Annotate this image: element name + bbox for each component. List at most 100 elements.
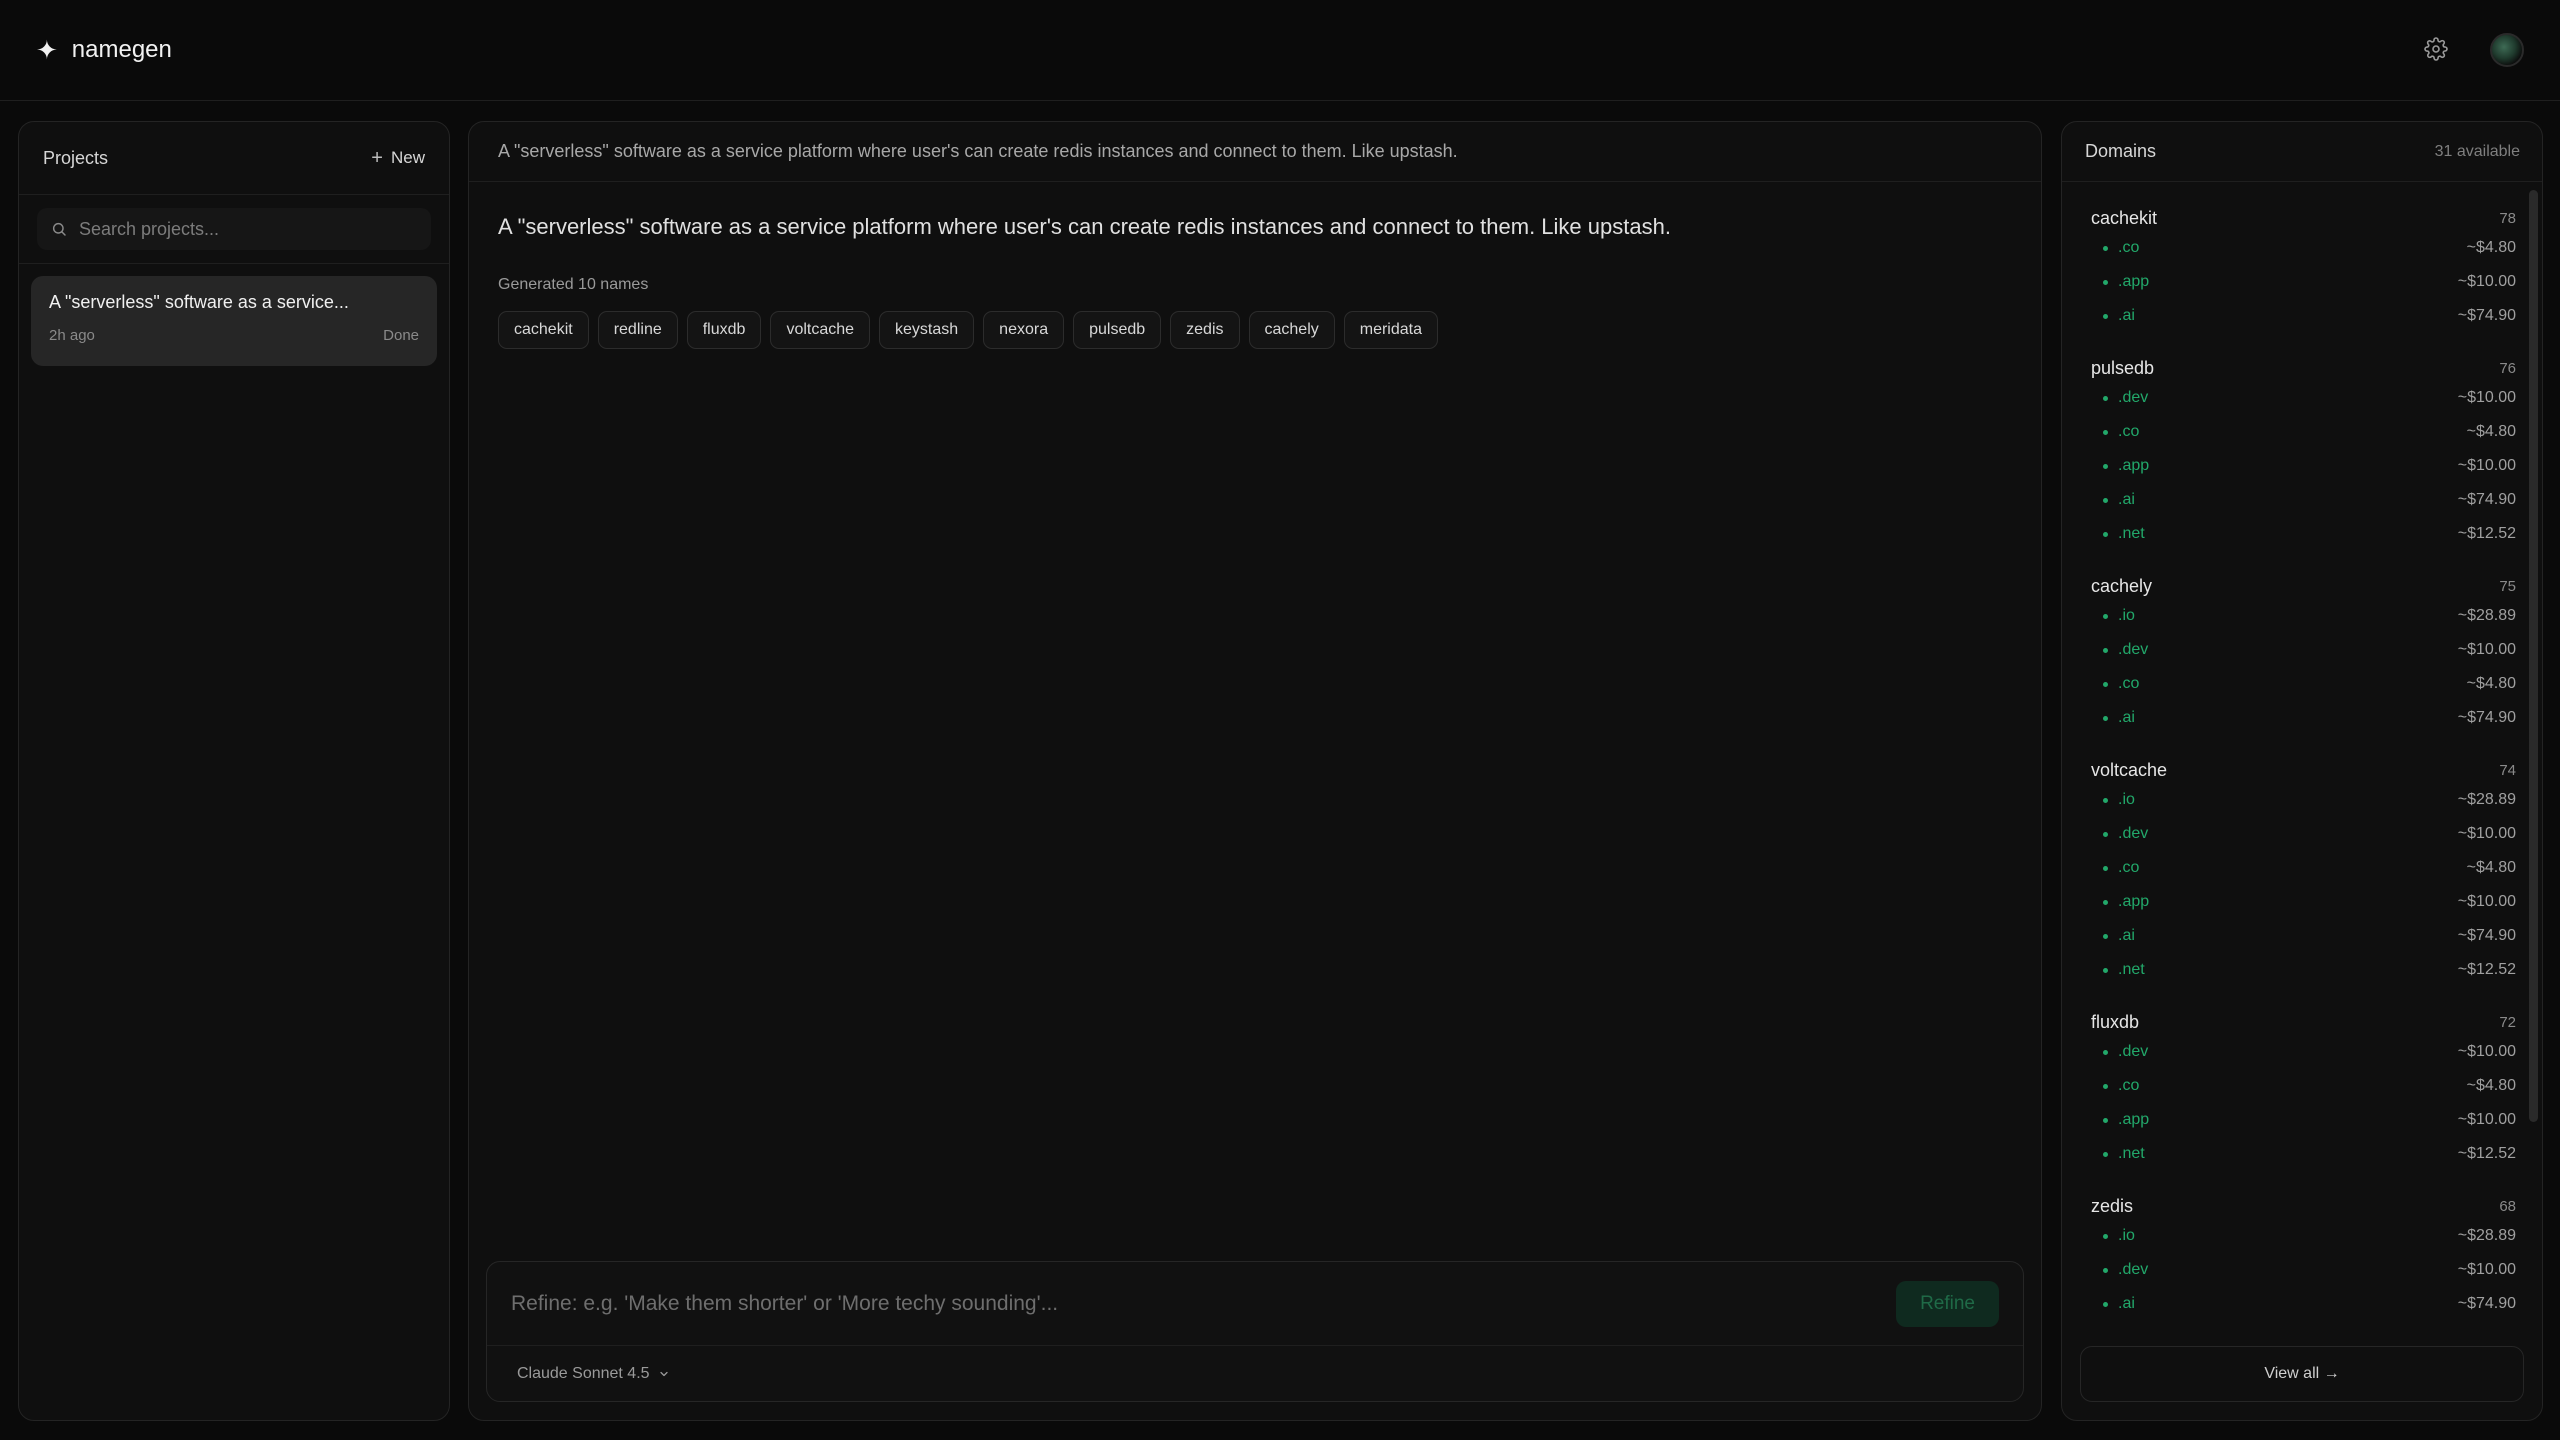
domain-name: cachely [2091, 575, 2153, 596]
available-dot-icon [2103, 967, 2108, 973]
tld-label: .dev [2118, 1261, 2149, 1278]
available-dot-icon [2103, 865, 2108, 871]
domain-price: ~$74.90 [2457, 491, 2516, 508]
name-chip[interactable]: voltcache [770, 311, 871, 349]
tld: .co [2103, 1077, 2139, 1095]
tld-label: .net [2118, 525, 2145, 542]
tld: .ai [2103, 927, 2135, 945]
project-title: A "serverless" software as a service... [49, 292, 349, 312]
domain-group-header: pulsedb 76 [2091, 355, 2520, 381]
domain-option[interactable]: .app ~$10.00 [2091, 885, 2520, 919]
domain-score: 75 [2499, 577, 2516, 595]
model-selector[interactable]: Claude Sonnet 4.5 [487, 1346, 2023, 1402]
domain-price: ~$10.00 [2457, 1261, 2516, 1278]
domain-option[interactable]: .app ~$10.00 [2091, 265, 2520, 299]
project-item[interactable]: A "serverless" software as a service... … [31, 276, 437, 366]
domain-option[interactable]: .ai ~$74.90 [2091, 1287, 2520, 1321]
domain-option[interactable]: .dev ~$10.00 [2091, 817, 2520, 851]
domain-option[interactable]: .co ~$4.80 [2091, 231, 2520, 265]
domain-option[interactable]: .co ~$4.80 [2091, 667, 2520, 701]
search-input[interactable] [79, 218, 417, 240]
domain-option[interactable]: .co ~$4.80 [2091, 1069, 2520, 1103]
available-dot-icon [2103, 613, 2108, 619]
name-chip[interactable]: nexora [983, 311, 1065, 349]
tld-label: .ai [2118, 1295, 2135, 1312]
tld-label: .dev [2118, 641, 2149, 658]
domain-option[interactable]: .co ~$4.80 [2091, 851, 2520, 885]
domain-option[interactable]: .ai ~$74.90 [2091, 919, 2520, 953]
gear-icon[interactable] [2424, 37, 2450, 63]
domain-option[interactable]: .dev ~$10.00 [2091, 1253, 2520, 1287]
domain-option[interactable]: .ai ~$74.90 [2091, 701, 2520, 735]
chevron-down-icon [659, 1371, 668, 1377]
domain-price: ~$4.80 [2466, 423, 2516, 440]
domain-option[interactable]: .ai ~$74.90 [2091, 483, 2520, 517]
main-body: A "serverless" software as a service pla… [469, 182, 2041, 381]
domain-group-header: voltcache 74 [2091, 757, 2520, 783]
name-chip[interactable]: zedis [1170, 311, 1240, 349]
tld: .dev [2103, 825, 2148, 843]
domain-price: ~$4.80 [2466, 239, 2516, 256]
domain-option[interactable]: .app ~$10.00 [2091, 1103, 2520, 1137]
available-dot-icon [2103, 831, 2108, 837]
project-list: A "serverless" software as a service... … [19, 264, 449, 378]
domain-group-header: zedis 68 [2091, 1193, 2520, 1219]
search-icon [52, 222, 66, 236]
refine-input[interactable] [511, 1291, 1897, 1316]
scrollbar[interactable] [2529, 190, 2538, 1122]
domain-option[interactable]: .co ~$4.80 [2091, 415, 2520, 449]
tld: .app [2103, 457, 2149, 475]
name-chip[interactable]: meridata [1343, 311, 1438, 349]
domain-option[interactable]: .io ~$28.89 [2091, 783, 2520, 817]
name-chip[interactable]: cachely [1248, 311, 1335, 349]
tld: .dev [2103, 389, 2148, 407]
domain-option[interactable]: .io ~$28.89 [2091, 1219, 2520, 1253]
brand[interactable]: ✦ namegen [36, 36, 172, 64]
search-box[interactable] [37, 208, 431, 250]
domain-option[interactable]: .ai ~$74.90 [2091, 299, 2520, 333]
name-chip[interactable]: fluxdb [686, 311, 762, 349]
domain-name: fluxdb [2091, 1011, 2140, 1032]
domain-price: ~$28.89 [2457, 1227, 2516, 1244]
tld: .net [2103, 1145, 2145, 1163]
domain-group: cachely 75 .io ~$28.89 .dev ~$10.00 .co ~$4.80.… [2091, 573, 2520, 735]
domain-option[interactable]: .app ~$10.00 [2091, 449, 2520, 483]
available-dot-icon [2103, 395, 2108, 401]
search-bar [19, 195, 449, 264]
domain-score: 68 [2499, 1197, 2516, 1215]
tld: .ai [2103, 491, 2135, 509]
tld-label: .app [2118, 893, 2150, 910]
tld-label: .co [2118, 675, 2140, 692]
domain-group: zedis 68 .io ~$28.89 .dev ~$10.00 .ai ~$74.90 [2091, 1193, 2520, 1321]
domain-group: fluxdb 72 .dev ~$10.00 .co ~$4.80 .app ~$10.00.… [2091, 1009, 2520, 1171]
name-chip[interactable]: pulsedb [1073, 311, 1162, 349]
domain-option[interactable]: .dev ~$10.00 [2091, 381, 2520, 415]
domain-option[interactable]: .dev ~$10.00 [2091, 633, 2520, 667]
projects-header: Projects + New [19, 122, 449, 195]
tld-label: .dev [2118, 825, 2149, 842]
name-chip[interactable]: keystash [879, 311, 975, 349]
name-chip[interactable]: cachekit [498, 311, 589, 349]
view-all-button[interactable]: View all → [2080, 1346, 2524, 1402]
tld-label: .app [2118, 1111, 2150, 1128]
tld: .io [2103, 607, 2135, 625]
domain-option[interactable]: .net ~$12.52 [2091, 517, 2520, 551]
domain-option[interactable]: .io ~$28.89 [2091, 599, 2520, 633]
name-chip[interactable]: redline [597, 311, 678, 349]
domain-list[interactable]: cachekit 78 .co ~$4.80 .app ~$10.00 .ai ~$74.90… [2062, 183, 2542, 1340]
new-project-button[interactable]: + New [371, 148, 425, 168]
tld-label: .app [2118, 457, 2150, 474]
refine-button[interactable]: Refine [1896, 1280, 1999, 1327]
domains-title: Domains [2085, 141, 2157, 161]
domain-option[interactable]: .net ~$12.52 [2091, 953, 2520, 987]
available-dot-icon [2103, 1151, 2108, 1157]
domain-name: pulsedb [2091, 357, 2155, 378]
avatar[interactable] [2490, 33, 2524, 67]
available-dot-icon [2103, 463, 2108, 469]
domain-price: ~$10.00 [2457, 641, 2516, 658]
domain-option[interactable]: .net ~$12.52 [2091, 1137, 2520, 1171]
tld-label: .app [2118, 273, 2150, 290]
available-dot-icon [2103, 647, 2108, 653]
domain-option[interactable]: .dev ~$10.00 [2091, 1035, 2520, 1069]
available-dot-icon [2103, 279, 2108, 285]
